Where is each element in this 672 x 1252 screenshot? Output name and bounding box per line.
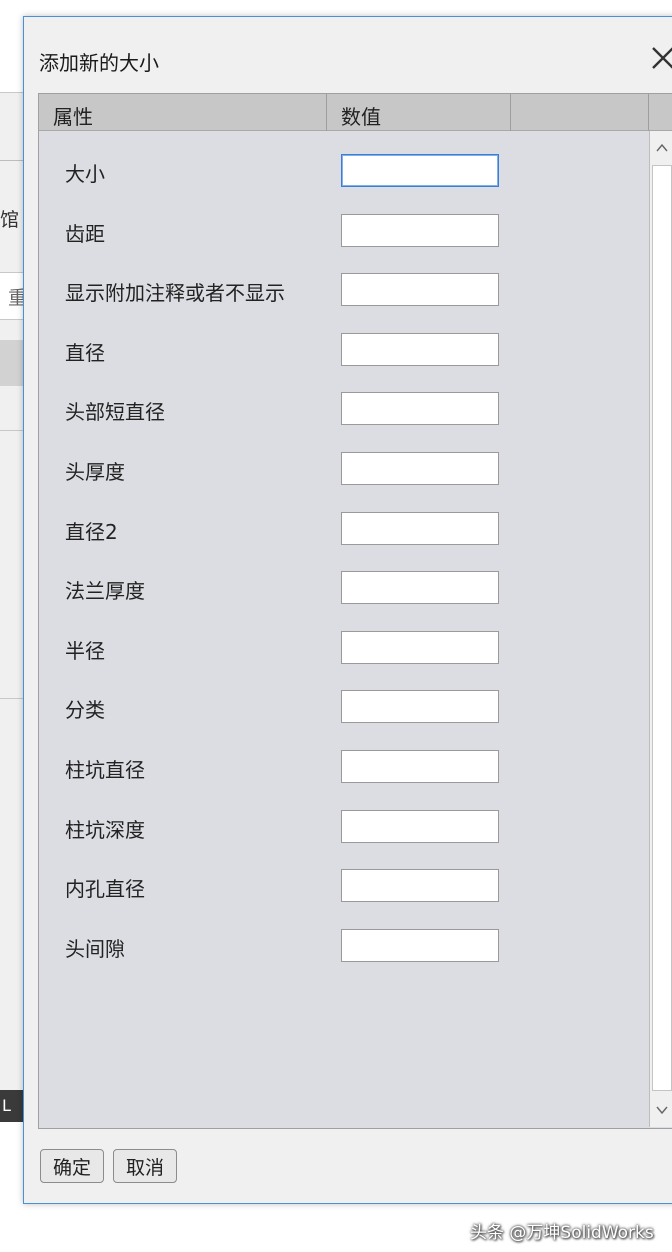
property-value-input[interactable] bbox=[341, 809, 499, 843]
property-value-input[interactable] bbox=[341, 452, 499, 485]
property-label: 头厚度 bbox=[65, 460, 125, 484]
add-size-dialog: 添加新的大小 属性 数值 大小齿距显示附加注释或者不显示 直径头部短直径头厚度直径… bbox=[23, 16, 672, 1204]
dialog-titlebar[interactable]: 添加新的大小 bbox=[24, 17, 672, 89]
column-header-empty bbox=[511, 94, 649, 131]
property-label: 半径 bbox=[65, 638, 105, 663]
property-label: 头部短直径 bbox=[65, 400, 165, 425]
property-value-input[interactable] bbox=[341, 154, 499, 187]
ok-button[interactable]: 确定 bbox=[40, 1149, 104, 1183]
table-row: 柱坑深度 bbox=[39, 802, 649, 852]
table-row: 头部短直径 bbox=[39, 384, 649, 434]
table-row: 半径 bbox=[39, 623, 649, 673]
properties-table: 属性 数值 大小齿距显示附加注释或者不显示 直径头部短直径头厚度直径2 法兰厚度半径… bbox=[38, 93, 672, 1129]
property-value-input[interactable] bbox=[341, 630, 499, 664]
table-row: 直径 bbox=[39, 325, 649, 375]
property-label: 齿距 bbox=[65, 221, 105, 246]
property-label: 显示附加注释或者不显示 bbox=[65, 281, 285, 306]
property-value-input[interactable] bbox=[341, 511, 499, 545]
close-icon[interactable] bbox=[648, 43, 672, 73]
table-row: 齿距 bbox=[39, 206, 649, 256]
property-value-input[interactable] bbox=[341, 928, 499, 962]
table-header: 属性 数值 bbox=[39, 94, 672, 131]
property-value-input[interactable] bbox=[341, 750, 499, 783]
table-row: 头间隙 bbox=[39, 921, 649, 971]
watermark: 头条 @万坤SolidWorks bbox=[470, 1223, 654, 1243]
property-label: 法兰厚度 bbox=[65, 579, 145, 604]
table-row: 柱坑直径 bbox=[39, 742, 649, 792]
property-value-input[interactable] bbox=[341, 690, 499, 724]
cancel-button[interactable]: 取消 bbox=[113, 1149, 177, 1183]
property-value-input[interactable] bbox=[341, 213, 499, 247]
property-label: 直径2 bbox=[65, 519, 118, 544]
property-label: 头间隙 bbox=[65, 936, 125, 961]
scrollbar-thumb[interactable] bbox=[652, 165, 672, 1091]
property-label: 柱坑直径 bbox=[65, 758, 145, 782]
property-value-input[interactable] bbox=[341, 273, 499, 307]
column-header-property[interactable]: 属性 bbox=[39, 94, 327, 131]
vertical-scrollbar[interactable] bbox=[649, 131, 672, 1127]
table-row: 法兰厚度 bbox=[39, 563, 649, 613]
table-row: 内孔直径 bbox=[39, 861, 649, 911]
property-label: 大小 bbox=[65, 162, 105, 186]
table-row: 头厚度 bbox=[39, 444, 649, 494]
background-text-fragment: 馆 bbox=[0, 209, 20, 231]
table-row: 分类 bbox=[39, 682, 649, 732]
property-value-input[interactable] bbox=[341, 869, 499, 903]
property-label: 内孔直径 bbox=[65, 877, 145, 902]
property-value-input[interactable] bbox=[341, 392, 499, 426]
property-label: 分类 bbox=[65, 698, 105, 723]
scroll-down-icon[interactable] bbox=[655, 1103, 669, 1117]
table-row: 大小 bbox=[39, 146, 649, 196]
dialog-title: 添加新的大小 bbox=[39, 51, 159, 75]
property-value-input[interactable] bbox=[341, 571, 499, 605]
table-row: 显示附加注释或者不显示 bbox=[39, 265, 649, 315]
property-value-input[interactable] bbox=[341, 332, 499, 366]
property-label: 直径 bbox=[65, 340, 105, 365]
scroll-up-icon[interactable] bbox=[655, 141, 669, 155]
table-row: 直径2 bbox=[39, 504, 649, 554]
column-header-value[interactable]: 数值 bbox=[327, 94, 511, 131]
property-label: 柱坑深度 bbox=[65, 817, 145, 842]
